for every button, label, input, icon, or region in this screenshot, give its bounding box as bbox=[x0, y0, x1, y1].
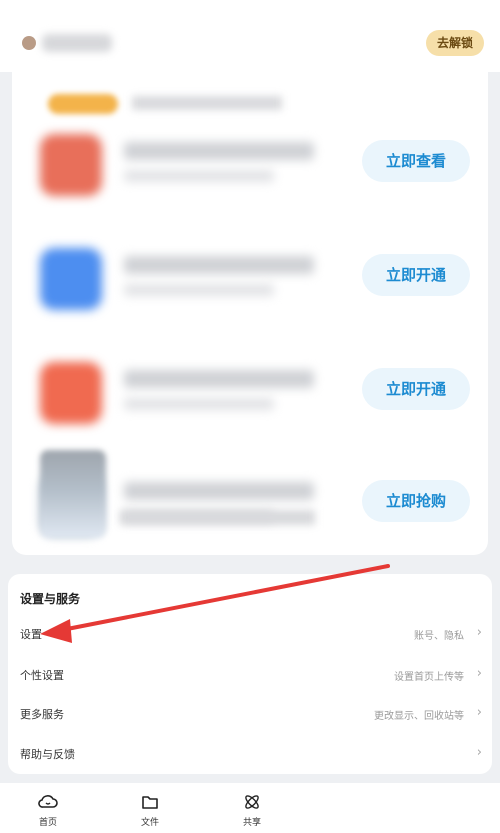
buy-now-button[interactable]: 立即抢购 bbox=[362, 480, 470, 522]
app-screen: 立即查看 立即开通 立即开通 立即抢购 去解锁 设置与服务 设置 账号、隐私 ›… bbox=[0, 0, 500, 833]
blurred-offer-subtitle bbox=[124, 398, 274, 410]
activate-now-button[interactable]: 立即开通 bbox=[362, 368, 470, 410]
help-feedback-row[interactable]: 帮助与反馈 › bbox=[8, 736, 492, 772]
offer-row: 立即开通 bbox=[12, 350, 488, 460]
top-bar: 去解锁 bbox=[0, 0, 500, 72]
blurred-offer-subtitle bbox=[124, 170, 274, 182]
offer-thumbnail bbox=[40, 248, 102, 310]
settings-row-label: 更多服务 bbox=[20, 708, 64, 721]
folder-icon bbox=[142, 796, 158, 809]
offer-row: 立即查看 bbox=[12, 122, 488, 232]
settings-row-label: 帮助与反馈 bbox=[20, 748, 75, 761]
nav-item-share[interactable]: 共享 bbox=[222, 793, 282, 828]
blurred-offer-subtitle bbox=[124, 284, 274, 296]
offer-thumbnail bbox=[40, 134, 102, 196]
chevron-right-icon: › bbox=[476, 625, 482, 640]
nav-label: 共享 bbox=[242, 818, 261, 828]
blurred-offer-title bbox=[124, 256, 314, 274]
personalization-row[interactable]: 个性设置 设置首页上传等 › bbox=[8, 657, 492, 693]
blurred-footer-text bbox=[120, 510, 315, 525]
view-now-button[interactable]: 立即查看 bbox=[362, 140, 470, 182]
section-title: 设置与服务 bbox=[20, 592, 81, 606]
settings-services-card: 设置与服务 设置 账号、隐私 › 个性设置 设置首页上传等 › 更多服务 更改显… bbox=[8, 574, 492, 774]
person-illustration bbox=[40, 450, 106, 538]
blurred-offer-title bbox=[124, 482, 314, 500]
nav-item-files[interactable]: 文件 bbox=[120, 793, 180, 828]
settings-row-label: 设置 bbox=[20, 628, 42, 641]
atom-icon bbox=[245, 795, 259, 809]
activate-now-button[interactable]: 立即开通 bbox=[362, 254, 470, 296]
cloud-icon bbox=[38, 795, 58, 808]
blurred-offer-title bbox=[124, 370, 314, 388]
chevron-right-icon: › bbox=[476, 745, 482, 760]
blurred-offer-title bbox=[124, 142, 314, 160]
settings-row-value: 设置首页上传等 bbox=[394, 672, 464, 683]
nav-label: 首页 bbox=[38, 818, 57, 828]
settings-row-label: 个性设置 bbox=[20, 669, 64, 682]
chevron-right-icon: › bbox=[476, 705, 482, 720]
unlock-button[interactable]: 去解锁 bbox=[426, 30, 484, 56]
more-services-row[interactable]: 更多服务 更改显示、回收站等 › bbox=[8, 696, 492, 732]
bottom-nav: 首页 文件 共享 bbox=[0, 783, 500, 833]
settings-row-value: 账号、隐私 bbox=[414, 631, 464, 642]
nav-item-home[interactable]: 首页 bbox=[18, 793, 78, 828]
chevron-right-icon: › bbox=[476, 666, 482, 681]
avatar[interactable] bbox=[22, 36, 36, 50]
offer-thumbnail bbox=[40, 362, 102, 424]
blurred-thumbnail bbox=[48, 94, 118, 114]
settings-row-value: 更改显示、回收站等 bbox=[374, 711, 464, 722]
settings-row[interactable]: 设置 账号、隐私 › bbox=[8, 616, 492, 652]
blurred-text bbox=[132, 96, 282, 110]
offer-row: 立即开通 bbox=[12, 236, 488, 346]
blurred-username bbox=[42, 34, 112, 52]
nav-label: 文件 bbox=[140, 818, 159, 828]
